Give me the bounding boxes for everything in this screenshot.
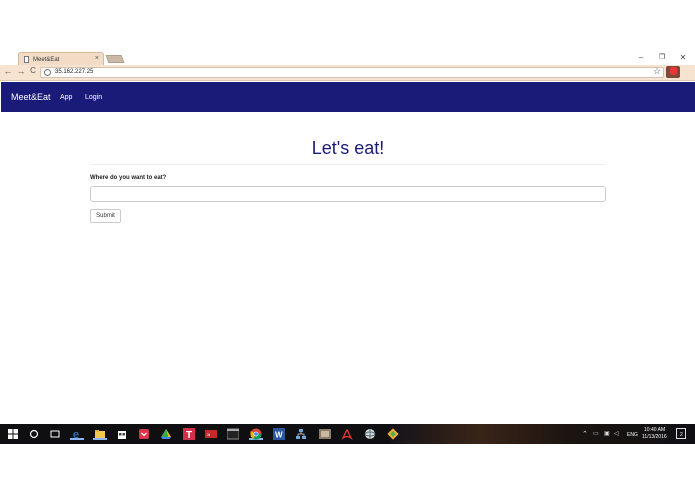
location-label: Where do you want to eat? xyxy=(90,175,167,181)
screen: Meet&Eat × – ❐ ✕ ← → C 35.162.227.25 ☆ M… xyxy=(0,0,695,494)
bookmark-star-icon[interactable]: ☆ xyxy=(653,66,661,77)
browser-tab[interactable]: Meet&Eat × xyxy=(18,52,104,66)
terminal-icon[interactable] xyxy=(226,427,240,440)
search-circle-icon[interactable] xyxy=(27,427,41,440)
minimize-icon[interactable]: – xyxy=(635,53,647,62)
media-app-icon[interactable]: » xyxy=(204,427,218,440)
network-icon[interactable]: ▣ xyxy=(604,430,610,437)
acrobat-icon[interactable] xyxy=(340,427,354,440)
windows-start-icon[interactable] xyxy=(6,427,20,440)
globe-app-icon[interactable] xyxy=(363,427,377,440)
address-bar[interactable]: 35.162.227.25 xyxy=(40,67,664,78)
photo-app-icon[interactable] xyxy=(318,427,332,440)
tab-close-icon[interactable]: × xyxy=(95,55,99,62)
chrome-icon[interactable] xyxy=(249,427,263,440)
clock-date[interactable]: 11/13/2016 xyxy=(642,434,667,440)
back-icon[interactable]: ← xyxy=(3,66,13,76)
notification-count: 2 xyxy=(680,432,683,438)
drive-icon[interactable] xyxy=(159,427,173,440)
pocket-icon[interactable] xyxy=(137,427,151,440)
tray-chevron-up-icon[interactable]: ⌃ xyxy=(582,430,588,438)
edge-icon[interactable]: e xyxy=(70,427,84,441)
nav-link-login[interactable]: Login xyxy=(85,94,102,101)
url-text: 35.162.227.25 xyxy=(55,69,94,75)
brand-link[interactable]: Meet&Eat xyxy=(11,92,51,102)
t-app-icon[interactable]: T xyxy=(182,427,196,441)
svg-text:e: e xyxy=(73,429,79,440)
page-title: Let's eat! xyxy=(311,138,385,158)
tab-title: Meet&Eat xyxy=(33,57,60,63)
browser-tabstrip xyxy=(0,45,695,65)
forward-icon[interactable]: → xyxy=(16,66,26,76)
notification-center-icon[interactable]: 2 xyxy=(676,428,686,439)
language-indicator[interactable]: ENG xyxy=(627,432,638,438)
new-tab-button[interactable] xyxy=(105,55,125,63)
extension-icon[interactable] xyxy=(666,66,680,78)
page-icon xyxy=(24,56,29,63)
location-input[interactable] xyxy=(90,186,606,202)
taskbar: e T » W xyxy=(0,424,695,444)
file-explorer-icon[interactable] xyxy=(93,427,107,440)
svg-text:W: W xyxy=(275,431,283,440)
store-icon[interactable] xyxy=(115,427,129,440)
svg-text:T: T xyxy=(186,430,192,440)
volume-icon[interactable]: ◁ xyxy=(614,430,619,437)
reload-icon[interactable]: C xyxy=(28,66,38,75)
restore-icon[interactable]: ❐ xyxy=(656,53,668,61)
git-icon[interactable] xyxy=(386,427,400,440)
word-icon[interactable]: W xyxy=(272,427,286,440)
close-window-icon[interactable]: ✕ xyxy=(677,53,689,62)
network-app-icon[interactable] xyxy=(294,427,308,440)
app-navbar: Meet&Eat App Login xyxy=(1,82,695,112)
task-view-icon[interactable] xyxy=(48,427,62,440)
title-divider xyxy=(90,164,606,165)
info-icon[interactable] xyxy=(44,69,51,76)
submit-button[interactable]: Submit xyxy=(90,209,121,223)
clock-time[interactable]: 10:40 AM xyxy=(644,427,665,433)
battery-icon[interactable]: ▭ xyxy=(593,430,599,437)
nav-link-app[interactable]: App xyxy=(60,94,72,101)
